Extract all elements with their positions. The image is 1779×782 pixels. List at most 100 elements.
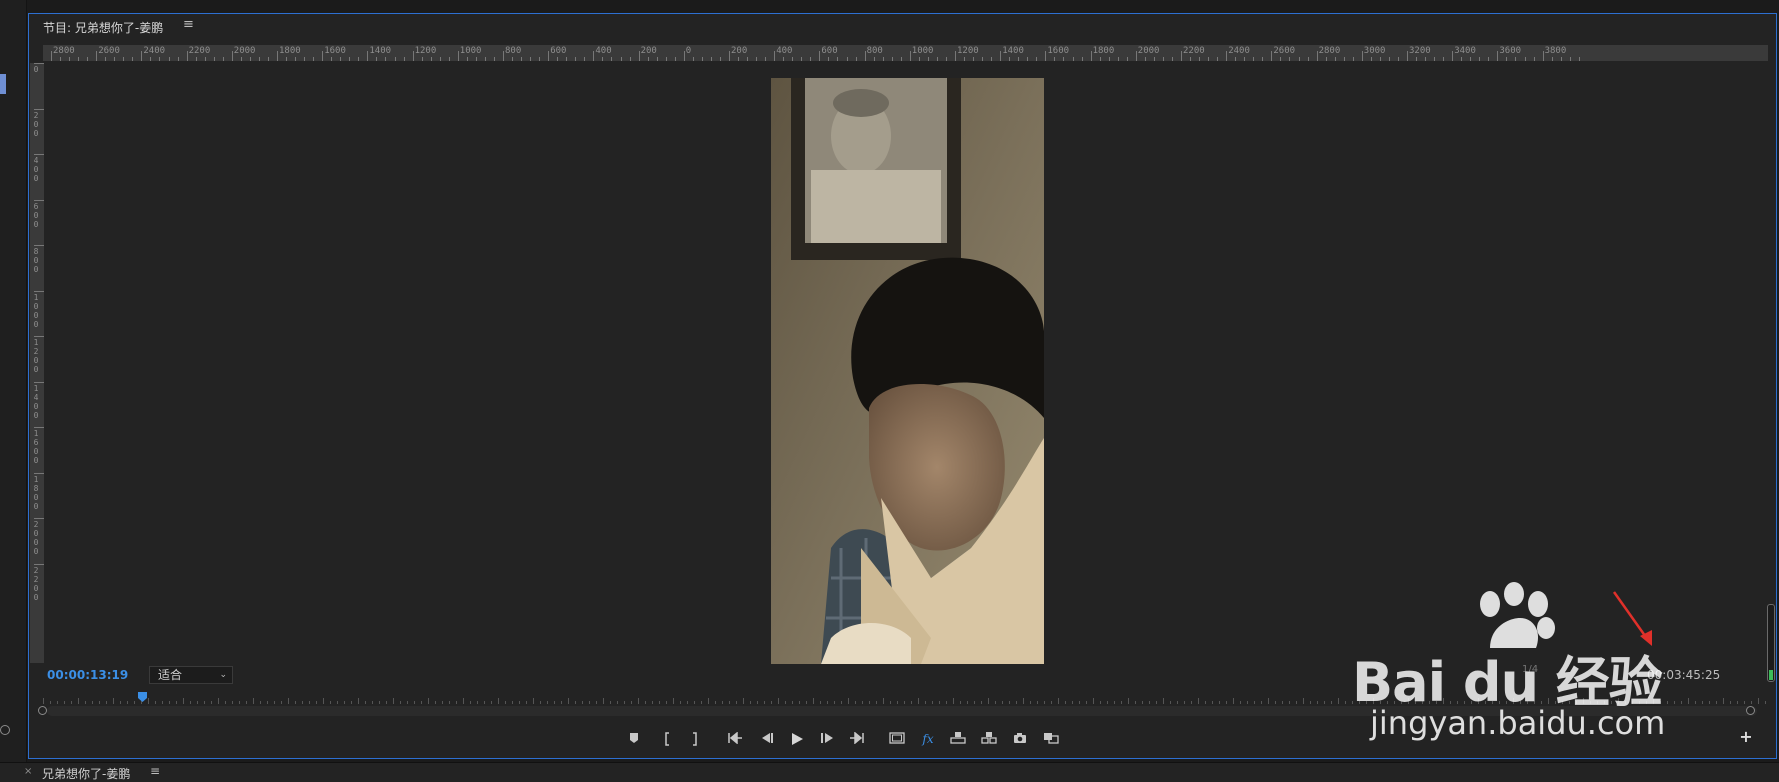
timeline-tick xyxy=(1254,701,1255,704)
marker-icon xyxy=(630,733,638,743)
ruler-tick xyxy=(141,51,143,61)
scroll-handle[interactable] xyxy=(0,725,10,735)
ruler-minor-tick xyxy=(421,57,423,61)
timeline-tick xyxy=(1051,701,1052,704)
ruler-minor-tick xyxy=(114,57,116,61)
step-back-button[interactable] xyxy=(754,728,778,750)
ruler-minor-tick xyxy=(1208,57,1210,61)
ruler-tick xyxy=(1497,51,1499,61)
timeline-tick xyxy=(57,701,58,704)
timeline-tick xyxy=(85,701,86,704)
compare-view-button[interactable] xyxy=(1039,728,1063,750)
export-frame-button[interactable] xyxy=(1008,728,1032,750)
go-to-in-button[interactable] xyxy=(723,728,747,750)
timeline-menu-icon[interactable]: ≡ xyxy=(150,764,160,778)
zoom-select[interactable]: 适合 ⌄ xyxy=(149,666,233,684)
ruler-tick xyxy=(34,108,44,110)
ruler-minor-tick xyxy=(982,57,984,61)
current-timecode[interactable]: 00:00:13:19 xyxy=(47,668,128,682)
scroll-right-handle[interactable] xyxy=(1746,706,1755,715)
fx-button[interactable]: fx xyxy=(916,728,940,750)
timeline-tick xyxy=(904,701,905,704)
timeline-tick xyxy=(1240,701,1241,704)
timeline-tick xyxy=(1114,701,1115,704)
add-marker-button[interactable] xyxy=(622,728,646,750)
ruler-minor-tick xyxy=(1171,57,1173,61)
timeline-tick xyxy=(995,701,996,704)
timeline-tick xyxy=(505,701,506,704)
timeline-panel-header: × 兄弟想你了-姜鹏 ≡ xyxy=(0,762,1779,782)
timeline-tick xyxy=(50,701,51,704)
timeline-tick xyxy=(169,701,170,704)
ruler-label: 3400 xyxy=(1454,46,1476,56)
timeline-tick xyxy=(162,701,163,704)
timeline-tick xyxy=(729,701,730,704)
timeline-tick xyxy=(1100,701,1101,704)
timeline-tick xyxy=(351,701,352,704)
ruler-minor-tick xyxy=(78,57,80,61)
ruler-minor-tick xyxy=(1009,57,1011,61)
timeline-tick xyxy=(596,701,597,704)
ruler-minor-tick xyxy=(286,57,288,61)
ruler-minor-tick xyxy=(132,57,134,61)
ruler-minor-tick xyxy=(584,57,586,61)
timeline-tick xyxy=(911,701,912,704)
scroll-left-handle[interactable] xyxy=(38,706,47,715)
timeline-tick xyxy=(435,701,436,704)
extract-button[interactable] xyxy=(977,728,1001,750)
timeline-tick xyxy=(1072,701,1073,704)
ruler-minor-tick xyxy=(1370,57,1372,61)
panel-menu-icon[interactable]: ≡ xyxy=(183,17,194,32)
timeline-tick xyxy=(1065,701,1066,704)
ruler-minor-tick xyxy=(331,57,333,61)
timeline-tick xyxy=(295,701,296,704)
ruler-minor-tick xyxy=(674,57,676,61)
ruler-label: 2600 xyxy=(1273,46,1296,56)
ruler-label: 1800 xyxy=(279,46,301,56)
mark-out-button[interactable] xyxy=(683,728,707,750)
timeline-tick xyxy=(358,698,359,704)
close-icon[interactable]: × xyxy=(24,766,32,777)
ruler-minor-tick xyxy=(701,57,703,61)
ruler-minor-tick xyxy=(1397,57,1399,61)
timeline-tab-title[interactable]: 兄弟想你了-姜鹏 xyxy=(42,765,130,782)
timeline-tick xyxy=(533,698,534,704)
lift-button[interactable] xyxy=(946,728,970,750)
ruler-minor-tick xyxy=(1416,57,1418,61)
ruler-tick xyxy=(1000,51,1002,61)
ruler-minor-tick xyxy=(1533,57,1535,61)
ruler-minor-tick xyxy=(611,57,613,61)
ruler-minor-tick xyxy=(1280,57,1282,61)
go-to-out-icon xyxy=(850,732,864,744)
ruler-minor-tick xyxy=(710,57,712,61)
ruler-minor-tick xyxy=(973,57,975,61)
extract-icon xyxy=(981,732,997,744)
go-to-out-button[interactable] xyxy=(845,728,869,750)
timeline-tick xyxy=(771,701,772,704)
ruler-minor-tick xyxy=(918,57,920,61)
mark-in-button[interactable] xyxy=(655,728,679,750)
timeline-tick xyxy=(764,701,765,704)
timeline-tick xyxy=(1324,701,1325,704)
timeline-tick xyxy=(1226,701,1227,704)
ruler-label: 3200 xyxy=(1409,46,1431,56)
safe-margins-button[interactable] xyxy=(885,728,909,750)
play-button[interactable] xyxy=(785,728,809,750)
ruler-tick xyxy=(34,472,44,474)
ruler-minor-tick xyxy=(530,57,532,61)
timeline-tick xyxy=(239,701,240,704)
ruler-minor-tick xyxy=(1334,57,1336,61)
ruler-label: 200 xyxy=(731,46,748,56)
timeline-tick xyxy=(750,701,751,704)
panel-header: 节目: 兄弟想你了-姜鹏 ≡ xyxy=(29,14,1776,40)
button-editor-plus[interactable]: + xyxy=(1737,728,1755,746)
ruler-tick xyxy=(1452,51,1454,61)
ruler-minor-tick xyxy=(512,57,514,61)
ruler-tick xyxy=(1181,51,1182,61)
ruler-minor-tick xyxy=(267,57,269,61)
step-forward-button[interactable] xyxy=(816,728,840,750)
timeline-tick xyxy=(64,701,65,704)
ruler-tick xyxy=(34,563,44,565)
timeline-tick xyxy=(1107,701,1108,704)
panel-title[interactable]: 节目: 兄弟想你了-姜鹏 xyxy=(43,19,163,36)
